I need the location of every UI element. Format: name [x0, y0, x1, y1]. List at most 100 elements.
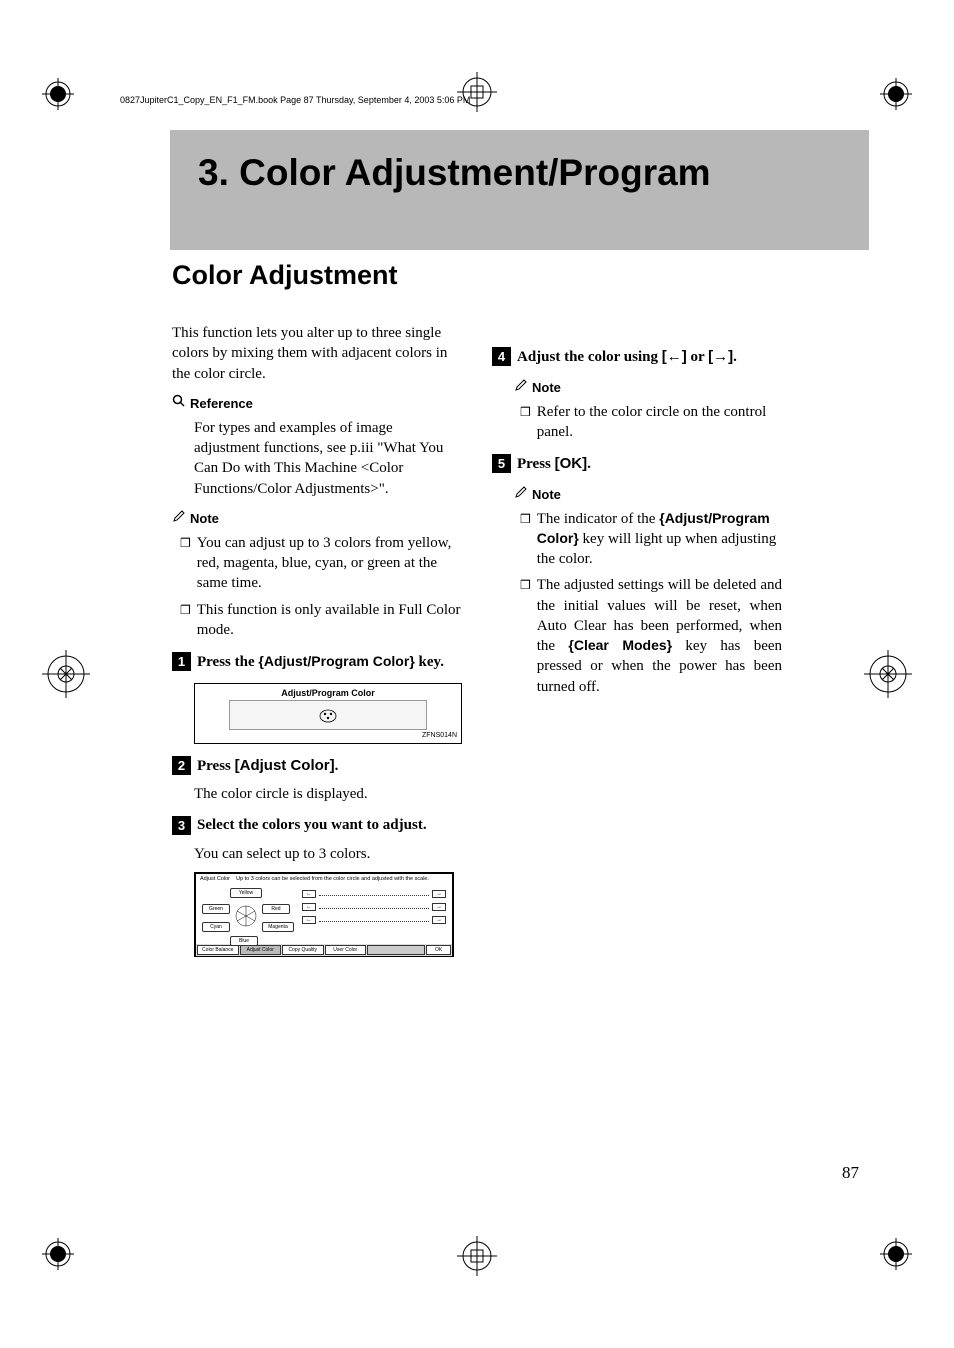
- left-arrow-label: [←]: [662, 348, 687, 365]
- right-arrow-button[interactable]: →: [432, 890, 446, 898]
- adjust-color-tab[interactable]: Adjust Color: [240, 945, 282, 955]
- magnify-icon: [172, 394, 186, 413]
- step-suffix: .: [587, 456, 591, 472]
- step-text: Press the {Adjust/Program Color} key.: [197, 652, 444, 673]
- crop-mark: [42, 1238, 74, 1270]
- image-label: Adjust/Program Color: [199, 688, 457, 698]
- step-text: Press [OK].: [517, 454, 591, 475]
- color-balance-tab[interactable]: Color Balance: [197, 945, 239, 955]
- button-label: [OK]: [555, 455, 588, 472]
- note-bullet: ❒ Refer to the color circle on the contr…: [520, 402, 782, 443]
- crop-mark: [457, 1236, 497, 1276]
- step-3: 3 Select the colors you want to adjust.: [172, 816, 462, 836]
- note-text: This function is only available in Full …: [197, 600, 462, 641]
- step-number-icon: 1: [172, 652, 191, 671]
- slider-track[interactable]: [319, 892, 429, 896]
- crop-mark: [880, 1238, 912, 1270]
- step-subtext: You can select up to 3 colors.: [194, 844, 462, 864]
- crop-mark: [880, 78, 912, 110]
- slider-row: ← →: [302, 903, 446, 911]
- note-bullet: ❒ The adjusted settings will be deleted …: [520, 575, 782, 697]
- ok-button[interactable]: OK: [426, 945, 451, 955]
- step-number-icon: 4: [492, 347, 511, 366]
- magenta-button[interactable]: Magenta: [262, 922, 294, 932]
- step-text: Adjust the color using [←] or [→].: [517, 347, 737, 368]
- step-subtext: The color circle is displayed.: [194, 784, 462, 804]
- step-2: 2 Press [Adjust Color].: [172, 756, 462, 777]
- or-text: or: [687, 349, 708, 365]
- copy-quality-tab[interactable]: Copy Quality: [282, 945, 324, 955]
- note-bullet: ❒ The indicator of the {Adjust/Program C…: [520, 509, 782, 570]
- crop-mark: [42, 78, 74, 110]
- step-text: Select the colors you want to adjust.: [197, 816, 427, 836]
- step-text: Press [Adjust Color].: [197, 756, 338, 777]
- slider-row: ← →: [302, 890, 446, 898]
- step1-image: Adjust/Program Color ZFNS014N: [194, 683, 462, 744]
- right-arrow-button[interactable]: →: [432, 916, 446, 924]
- step-number-icon: 5: [492, 454, 511, 473]
- step-1: 1 Press the {Adjust/Program Color} key.: [172, 652, 462, 673]
- screenshot-body: Yellow Green Red Cyan Magenta Blue ← →: [196, 884, 452, 944]
- intro-text: This function lets you alter up to three…: [172, 323, 462, 384]
- note-text-prefix: The indicator of the: [537, 511, 659, 527]
- right-arrow-button[interactable]: →: [432, 903, 446, 911]
- slider-track[interactable]: [319, 905, 429, 909]
- content-area: Color Adjustment This function lets you …: [172, 260, 869, 965]
- crop-mark: [457, 72, 497, 112]
- note-label: Note: [532, 380, 561, 395]
- section-title: Color Adjustment: [172, 260, 462, 291]
- reference-label: Reference: [190, 396, 253, 411]
- note-header: Note: [172, 509, 462, 528]
- note-label: Note: [532, 487, 561, 502]
- chapter-title: 3. Color Adjustment/Program: [198, 152, 711, 194]
- note-header: Note: [514, 485, 782, 504]
- left-arrow-button[interactable]: ←: [302, 890, 316, 898]
- step-prefix: Press the: [197, 654, 258, 670]
- note-text: Refer to the color circle on the control…: [537, 402, 782, 443]
- sliders-area: ← → ← → ← →: [298, 886, 450, 942]
- right-arrow-label: [→]: [708, 348, 733, 365]
- user-color-tab[interactable]: User Color: [325, 945, 367, 955]
- screenshot-header: Adjust Color Up to 3 colors can be selec…: [196, 874, 452, 884]
- left-arrow-button[interactable]: ←: [302, 903, 316, 911]
- spacer: [492, 260, 782, 335]
- right-column: 4 Adjust the color using [←] or [→]. Not…: [492, 260, 782, 965]
- pencil-icon: [172, 509, 186, 528]
- crop-mark: [42, 650, 90, 698]
- left-arrow-button[interactable]: ←: [302, 916, 316, 924]
- slider-track[interactable]: [319, 918, 429, 922]
- color-wheel-icon: [234, 904, 258, 928]
- chapter-banner: 3. Color Adjustment/Program: [170, 130, 869, 250]
- reference-header: Reference: [172, 394, 462, 413]
- step-prefix: Press: [517, 456, 555, 472]
- note-text: You can adjust up to 3 colors from yello…: [197, 533, 462, 594]
- step-4: 4 Adjust the color using [←] or [→].: [492, 347, 782, 368]
- note-bullet: ❒ You can adjust up to 3 colors from yel…: [180, 533, 462, 594]
- blue-button[interactable]: Blue: [230, 936, 258, 946]
- spacer: [367, 945, 425, 955]
- color-wheel-area: Yellow Green Red Cyan Magenta Blue: [198, 886, 298, 942]
- bullet-icon: ❒: [180, 535, 191, 594]
- step-number-icon: 2: [172, 756, 191, 775]
- image-caption: ZFNS014N: [199, 732, 457, 739]
- key-label: Adjust/Program Color: [264, 653, 409, 669]
- bullet-icon: ❒: [180, 602, 191, 641]
- bullet-icon: ❒: [520, 404, 531, 443]
- step-suffix: .: [335, 758, 339, 774]
- step-suffix: key.: [415, 654, 444, 670]
- bullet-icon: ❒: [520, 577, 531, 697]
- yellow-button[interactable]: Yellow: [230, 888, 262, 898]
- note-text: The indicator of the {Adjust/Program Col…: [537, 509, 782, 570]
- button-label: [Adjust Color]: [235, 757, 335, 774]
- screenshot-header-left: Adjust Color: [200, 876, 230, 882]
- step-5: 5 Press [OK].: [492, 454, 782, 475]
- cyan-button[interactable]: Cyan: [202, 922, 230, 932]
- step3-screenshot: Adjust Color Up to 3 colors can be selec…: [194, 872, 454, 957]
- red-button[interactable]: Red: [262, 904, 290, 914]
- crop-mark: [864, 650, 912, 698]
- note-bullet: ❒ This function is only available in Ful…: [180, 600, 462, 641]
- palette-icon: [318, 707, 338, 723]
- green-button[interactable]: Green: [202, 904, 230, 914]
- slider-row: ← →: [302, 916, 446, 924]
- note-text: The adjusted settings will be deleted an…: [537, 575, 782, 697]
